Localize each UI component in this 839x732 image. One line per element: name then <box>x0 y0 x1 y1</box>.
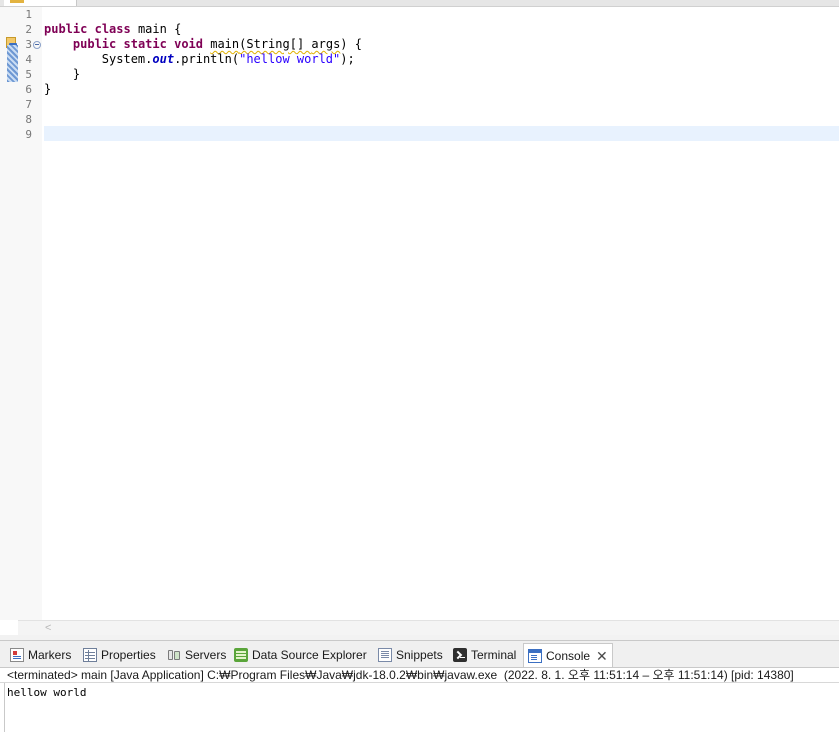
tab-label: Terminal <box>471 648 517 662</box>
line-number: 7 <box>25 98 32 111</box>
data-source-explorer-icon <box>234 648 248 662</box>
tab-label: Servers <box>185 648 227 662</box>
properties-icon <box>83 648 97 662</box>
console-left-border <box>4 683 5 732</box>
bottom-panel: Markers Properties Servers Data Source E… <box>0 640 839 732</box>
tab-servers[interactable]: Servers <box>163 644 230 666</box>
horizontal-scrollbar[interactable]: < <box>18 620 839 636</box>
warning-squiggle: main(String[] args <box>210 37 341 51</box>
line-number: 1 <box>25 8 32 21</box>
tab-label: Markers <box>28 648 72 662</box>
tab-snippets[interactable]: Snippets <box>374 644 447 666</box>
terminal-icon <box>453 648 467 662</box>
quick-diff-change-bar <box>7 45 18 82</box>
tab-label: Data Source Explorer <box>252 648 367 662</box>
code-editor[interactable]: 1 2 3 4 5 6 7 8 9 public class main { pu… <box>0 7 839 636</box>
servers-icon <box>167 648 181 662</box>
code-line-close-method: } <box>44 67 81 81</box>
close-icon[interactable]: ✕ <box>596 649 608 663</box>
tab-console[interactable]: Console ✕ <box>523 643 613 667</box>
panel-tab-bar: Markers Properties Servers Data Source E… <box>0 641 839 668</box>
collapse-icon[interactable] <box>33 41 41 49</box>
code-line-close-class: } <box>44 82 52 96</box>
line-number: 3 <box>25 38 32 51</box>
editor-tab-main-java[interactable] <box>4 0 77 6</box>
markers-icon <box>10 648 24 662</box>
scroll-left-icon[interactable]: < <box>45 621 51 635</box>
vertical-ruler <box>0 7 18 620</box>
code-text-area[interactable]: public class main { public static void m… <box>42 7 839 620</box>
line-number: 9 <box>25 128 32 141</box>
code-line-println: System.out.println("hellow world"); <box>44 52 355 66</box>
tab-markers[interactable]: Markers <box>6 644 75 666</box>
line-number: 4 <box>25 53 32 66</box>
current-line-highlight <box>44 126 839 141</box>
editor-tab-strip <box>0 0 839 7</box>
console-output-text[interactable]: hellow world <box>7 685 86 700</box>
line-number: 6 <box>25 83 32 96</box>
line-number: 8 <box>25 113 32 126</box>
tab-properties[interactable]: Properties <box>79 644 160 666</box>
tab-label: Console <box>546 648 591 663</box>
java-file-icon <box>10 0 24 3</box>
console-icon <box>528 648 542 663</box>
line-number: 5 <box>25 68 32 81</box>
line-number-gutter: 1 2 3 4 5 6 7 8 9 <box>18 7 42 620</box>
tab-terminal[interactable]: Terminal <box>449 644 520 666</box>
tab-label: Properties <box>101 648 156 662</box>
line-number: 2 <box>25 23 32 36</box>
tab-data-source-explorer[interactable]: Data Source Explorer <box>230 644 371 666</box>
snippets-icon <box>378 648 392 662</box>
tab-label: Snippets <box>396 648 443 662</box>
code-line-main-method: public static void main(String[] args) { <box>72 37 362 51</box>
console-process-description: <terminated> main [Java Application] C:₩… <box>0 668 839 683</box>
code-line-class-decl: public class main { <box>44 22 182 36</box>
